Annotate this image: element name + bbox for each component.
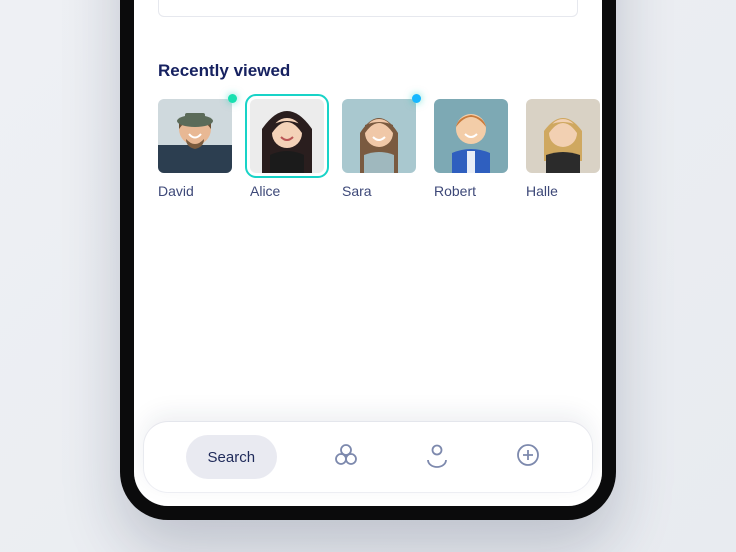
person-name-label: Halle xyxy=(526,183,600,199)
plus-circle-icon xyxy=(514,441,542,474)
recently-viewed-list[interactable]: David xyxy=(158,99,578,205)
avatar xyxy=(526,99,600,173)
person-card[interactable]: Alice xyxy=(250,99,324,199)
teams-icon xyxy=(332,441,360,474)
nav-search-button[interactable]: Search xyxy=(186,435,278,479)
nav-teams-button[interactable] xyxy=(324,435,368,479)
person-card[interactable]: Sara xyxy=(342,99,416,199)
profile-icon xyxy=(423,441,451,474)
avatar xyxy=(250,99,324,173)
person-name-label: Sara xyxy=(342,183,416,199)
phone-frame: By office ❯ Recently viewed xyxy=(120,0,616,520)
person-card[interactable]: David xyxy=(158,99,232,199)
person-name-label: Robert xyxy=(434,183,508,199)
nav-search-label: Search xyxy=(208,449,256,466)
avatar xyxy=(158,99,232,173)
person-name-label: David xyxy=(158,183,232,199)
avatar xyxy=(434,99,508,173)
phone-screen: By office ❯ Recently viewed xyxy=(134,0,602,506)
recently-viewed-title: Recently viewed xyxy=(158,61,578,81)
person-card[interactable]: Halle xyxy=(526,99,600,199)
filter-row-by-office[interactable]: By office ❯ xyxy=(159,0,577,16)
nav-profile-button[interactable] xyxy=(415,435,459,479)
status-dot-icon xyxy=(412,94,421,103)
person-name-label: Alice xyxy=(250,183,324,199)
person-card[interactable]: Robert xyxy=(434,99,508,199)
bottom-nav: Search xyxy=(144,422,592,492)
status-dot-icon xyxy=(228,94,237,103)
filter-card: By office ❯ xyxy=(158,0,578,17)
avatar xyxy=(342,99,416,173)
nav-add-button[interactable] xyxy=(506,435,550,479)
